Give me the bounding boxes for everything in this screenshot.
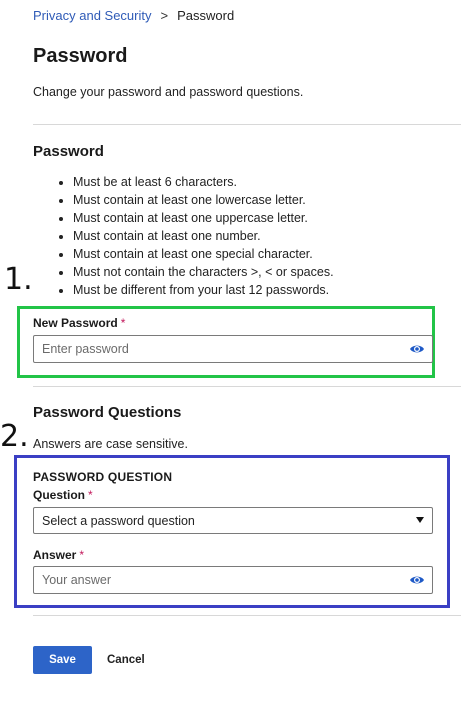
password-rule: Must be at least 6 characters.	[73, 173, 334, 191]
step-marker-1: 1.	[4, 262, 33, 297]
caret-down-icon	[416, 517, 424, 523]
section-divider	[33, 124, 461, 125]
password-rules-list: Must be at least 6 characters. Must cont…	[57, 173, 334, 299]
eye-icon[interactable]	[409, 574, 425, 586]
new-password-label: New Password *	[33, 316, 125, 330]
password-question-group-heading: PASSWORD QUESTION	[33, 470, 173, 484]
password-question-selected-value: Select a password question	[42, 514, 195, 528]
question-label: Question *	[33, 488, 93, 502]
section-divider	[33, 615, 461, 616]
eye-icon[interactable]	[409, 343, 425, 355]
page-title: Password	[33, 45, 128, 67]
step-marker-2: 2.	[0, 419, 29, 454]
breadcrumb: Privacy and Security > Password	[33, 8, 234, 23]
case-sensitive-note: Answers are case sensitive.	[33, 437, 188, 451]
breadcrumb-link-privacy-security[interactable]: Privacy and Security	[33, 8, 152, 23]
save-button[interactable]: Save	[33, 646, 92, 674]
breadcrumb-separator: >	[160, 8, 169, 23]
answer-label-text: Answer	[33, 548, 77, 562]
password-section-heading: Password	[33, 143, 104, 160]
password-rule: Must contain at least one lowercase lett…	[73, 191, 334, 209]
password-rule: Must contain at least one uppercase lett…	[73, 209, 334, 227]
required-marker: *	[120, 316, 126, 330]
section-divider	[33, 386, 461, 387]
password-rule: Must contain at least one special charac…	[73, 245, 334, 263]
required-marker: *	[79, 548, 85, 562]
answer-input[interactable]	[34, 567, 402, 593]
password-rule: Must not contain the characters >, < or …	[73, 263, 334, 281]
breadcrumb-current: Password	[177, 8, 235, 23]
password-questions-heading: Password Questions	[33, 404, 182, 421]
required-marker: *	[88, 488, 93, 502]
answer-label: Answer *	[33, 548, 84, 562]
answer-field	[33, 566, 433, 594]
page-subtitle: Change your password and password questi…	[33, 85, 304, 99]
password-rule: Must be different from your last 12 pass…	[73, 281, 334, 299]
new-password-field	[33, 335, 433, 363]
new-password-label-text: New Password	[33, 316, 118, 330]
password-question-select[interactable]: Select a password question	[33, 507, 433, 534]
cancel-button[interactable]: Cancel	[100, 646, 152, 674]
question-label-text: Question	[33, 488, 86, 502]
password-rule: Must contain at least one number.	[73, 227, 334, 245]
new-password-input[interactable]	[34, 336, 402, 362]
